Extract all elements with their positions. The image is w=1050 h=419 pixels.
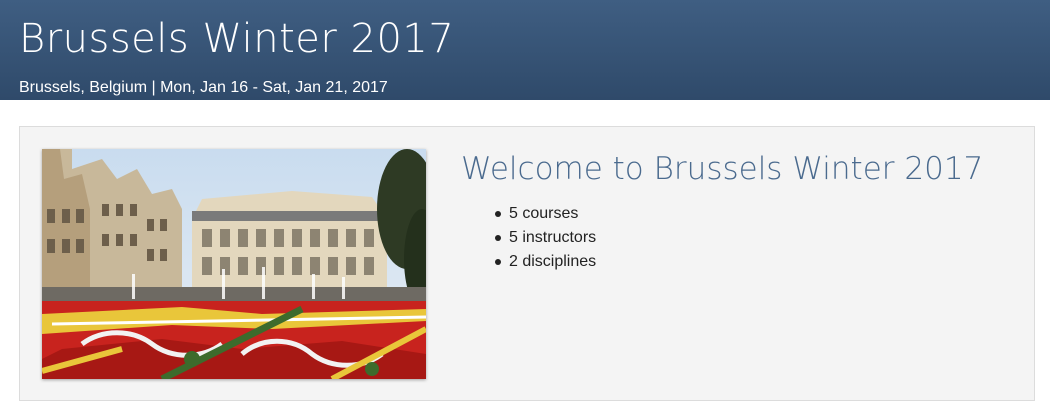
event-location-dates: Brussels, Belgium | Mon, Jan 16 - Sat, J… [19, 79, 388, 96]
welcome-heading: Welcome to Brussels Winter 2017 [461, 151, 984, 187]
list-item-disciplines: 2 disciplines [495, 252, 596, 276]
welcome-panel: Welcome to Brussels Winter 2017 5 course… [19, 126, 1035, 401]
stat-label: 5 instructors [509, 229, 597, 246]
bullet-icon [495, 211, 501, 217]
bullet-icon [495, 235, 501, 241]
event-title: Brussels Winter 2017 [19, 16, 455, 62]
event-stats-list: 5 courses 5 instructors 2 disciplines [495, 204, 596, 276]
stat-label: 5 courses [509, 205, 579, 222]
event-photo [42, 149, 426, 379]
page-header: Brussels Winter 2017 Brussels, Belgium |… [0, 0, 1050, 100]
list-item-instructors: 5 instructors [495, 228, 596, 252]
bullet-icon [495, 259, 501, 265]
stat-label: 2 disciplines [509, 253, 597, 270]
list-item-courses: 5 courses [495, 204, 596, 228]
brussels-grand-place-image [42, 149, 426, 379]
